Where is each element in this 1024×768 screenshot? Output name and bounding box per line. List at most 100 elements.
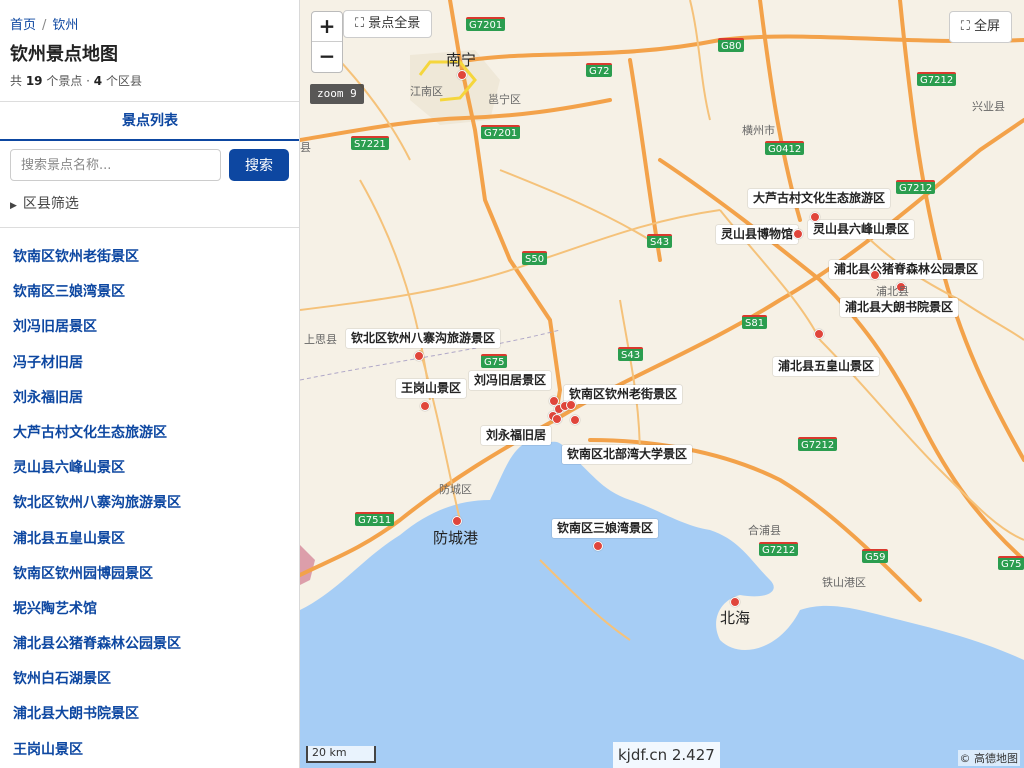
poi-list-item[interactable]: 钦北区钦州八寨沟旅游景区 xyxy=(0,486,299,521)
summary-suffix: 个区县 xyxy=(102,74,142,88)
place-label: 合浦县 xyxy=(748,524,781,537)
search-button[interactable]: 搜索 xyxy=(229,149,289,181)
road-shield: G59 xyxy=(862,549,889,563)
zoom-control: + − xyxy=(311,11,343,73)
search-input[interactable] xyxy=(10,149,221,181)
breadcrumb-home[interactable]: 首页 xyxy=(10,18,36,33)
road-shield: S43 xyxy=(618,347,644,361)
breadcrumb-separator: / xyxy=(42,18,47,33)
map[interactable]: 大芦古村文化生态旅游区灵山县博物馆 灵山县六峰山景区浦北县公猪脊森林公园景区浦北县… xyxy=(300,0,1024,768)
place-label: 兴业县 xyxy=(972,100,1005,113)
spot-label[interactable]: 钦南区北部湾大学景区 xyxy=(562,445,693,464)
map-marker-icon[interactable] xyxy=(420,401,430,411)
poi-list-item[interactable]: 灵山县六峰山景区 xyxy=(0,451,299,486)
summary: 共 19 个景点 · 4 个区县 xyxy=(10,72,289,92)
zoom-in-button[interactable]: + xyxy=(312,12,342,42)
poi-list-item[interactable]: 大芦古村文化生态旅游区 xyxy=(0,416,299,451)
poi-list-item[interactable]: 钦南区钦州老街景区 xyxy=(0,240,299,275)
place-label: 横州市 xyxy=(742,124,775,137)
road-shield: G7212 xyxy=(896,180,936,194)
spot-label[interactable]: 大芦古村文化生态旅游区 xyxy=(748,189,891,208)
place-label: 防城区 xyxy=(439,483,472,496)
map-marker-icon[interactable] xyxy=(570,415,580,425)
map-marker-icon[interactable] xyxy=(457,70,467,80)
zoom-level-badge: zoom 9 xyxy=(310,84,364,104)
poi-list-item[interactable]: 浦北县公猪脊森林公园景区 xyxy=(0,627,299,662)
road-shield: G7212 xyxy=(759,542,799,556)
poi-list-item[interactable]: 王岗山景区 xyxy=(0,733,299,768)
place-label: 邕宁区 xyxy=(488,93,521,106)
spot-label[interactable]: 灵山县六峰山景区 xyxy=(808,220,915,239)
city-label: 北海 xyxy=(720,609,751,627)
county-count: 4 xyxy=(93,74,103,88)
spot-label[interactable]: 浦北县公猪脊森林公园景区 xyxy=(829,260,984,279)
poi-list-item[interactable]: 浦北县五皇山景区 xyxy=(0,522,299,557)
road-shield: S7221 xyxy=(351,136,389,150)
road-shield: G75 xyxy=(998,556,1024,570)
map-marker-icon[interactable] xyxy=(593,541,603,551)
road-shield: G7511 xyxy=(355,512,395,526)
breadcrumb-current[interactable]: 钦州 xyxy=(52,18,78,33)
road-shield: S50 xyxy=(522,251,548,265)
road-shield: G7201 xyxy=(466,17,506,31)
place-label: 上思县 xyxy=(304,333,337,346)
search-row: 搜索 xyxy=(10,149,290,181)
zoom-out-button[interactable]: − xyxy=(312,42,342,72)
map-marker-icon[interactable] xyxy=(870,270,880,280)
road-shield: G7201 xyxy=(481,125,521,139)
spot-count: 19 xyxy=(25,74,43,88)
spot-label[interactable]: 灵山县博物馆 xyxy=(716,225,799,244)
map-marker-icon[interactable] xyxy=(814,329,824,339)
poi-list-item[interactable]: 钦州白石湖景区 xyxy=(0,662,299,697)
divider xyxy=(0,227,299,228)
place-label: 江南区 xyxy=(410,85,443,98)
spot-label[interactable]: 刘永福旧居 xyxy=(481,426,552,445)
road-shield: G7212 xyxy=(917,72,957,86)
city-label: 南宁 xyxy=(446,51,477,69)
road-shield: G75 xyxy=(481,354,508,368)
breadcrumb: 首页 / 钦州 xyxy=(10,14,289,36)
county-filter-label: 区县筛选 xyxy=(22,196,79,212)
road-shield: G0412 xyxy=(765,141,805,155)
spot-label[interactable]: 浦北县大朗书院景区 xyxy=(840,298,959,317)
road-shield: S81 xyxy=(742,315,768,329)
road-shield: G7212 xyxy=(798,437,838,451)
map-marker-icon[interactable] xyxy=(730,597,740,607)
poi-list-item[interactable]: 冯子材旧居 xyxy=(0,346,299,381)
overview-button[interactable]: ⛶ 景点全景 xyxy=(343,10,433,38)
triangle-right-icon: ▶ xyxy=(10,201,17,211)
spot-label[interactable]: 刘冯旧居景区 xyxy=(469,371,552,390)
spot-label[interactable]: 钦北区钦州八寨沟旅游景区 xyxy=(346,329,501,348)
poi-list-item[interactable]: 钦南区钦州园博园景区 xyxy=(0,557,299,592)
county-filter-toggle[interactable]: ▶ 区县筛选 xyxy=(10,194,79,216)
map-marker-icon[interactable] xyxy=(793,229,803,239)
poi-list-item[interactable]: 刘永福旧居 xyxy=(0,381,299,416)
fullscreen-button[interactable]: ⛶ 全屏 xyxy=(948,11,1012,43)
spot-label[interactable]: 王岗山景区 xyxy=(396,379,467,398)
tab-bar: 景点列表 xyxy=(0,101,299,141)
poi-list-item[interactable]: 刘冯旧居景区 xyxy=(0,310,299,345)
place-label: 浦北县 xyxy=(876,285,909,298)
road-shield: S43 xyxy=(647,234,673,248)
summary-mid: 个景点 · xyxy=(42,74,94,88)
poi-list-item[interactable]: 坭兴陶艺术馆 xyxy=(0,592,299,627)
map-attribution: © 高德地图 xyxy=(957,750,1020,766)
place-label: 县 xyxy=(300,141,311,154)
coordinate-readout: kjdf.cn 2.427 xyxy=(613,742,720,768)
poi-list: 钦南区钦州老街景区 钦南区三娘湾景区 刘冯旧居景区 冯子材旧居 刘永福旧居 大芦古村文化生… xyxy=(0,240,299,768)
tab-poi-list[interactable]: 景点列表 xyxy=(0,102,299,140)
map-marker-icon[interactable] xyxy=(552,414,562,424)
map-marker-icon[interactable] xyxy=(414,351,424,361)
map-marker-icon[interactable] xyxy=(452,516,462,526)
road-shield: G80 xyxy=(718,38,745,52)
map-marker-icon[interactable] xyxy=(810,212,820,222)
place-label: 铁山港区 xyxy=(822,576,866,589)
page-title: 钦州景点地图 xyxy=(10,44,118,65)
poi-list-item[interactable]: 浦北县大朗书院景区 xyxy=(0,697,299,732)
spot-label[interactable]: 钦南区三娘湾景区 xyxy=(552,519,659,538)
spot-label[interactable]: 钦南区钦州老街景区 xyxy=(564,385,683,404)
map-marker-icon[interactable] xyxy=(566,400,576,410)
road-shield: G72 xyxy=(586,63,613,77)
spot-label[interactable]: 浦北县五皇山景区 xyxy=(773,357,880,376)
poi-list-item[interactable]: 钦南区三娘湾景区 xyxy=(0,275,299,310)
